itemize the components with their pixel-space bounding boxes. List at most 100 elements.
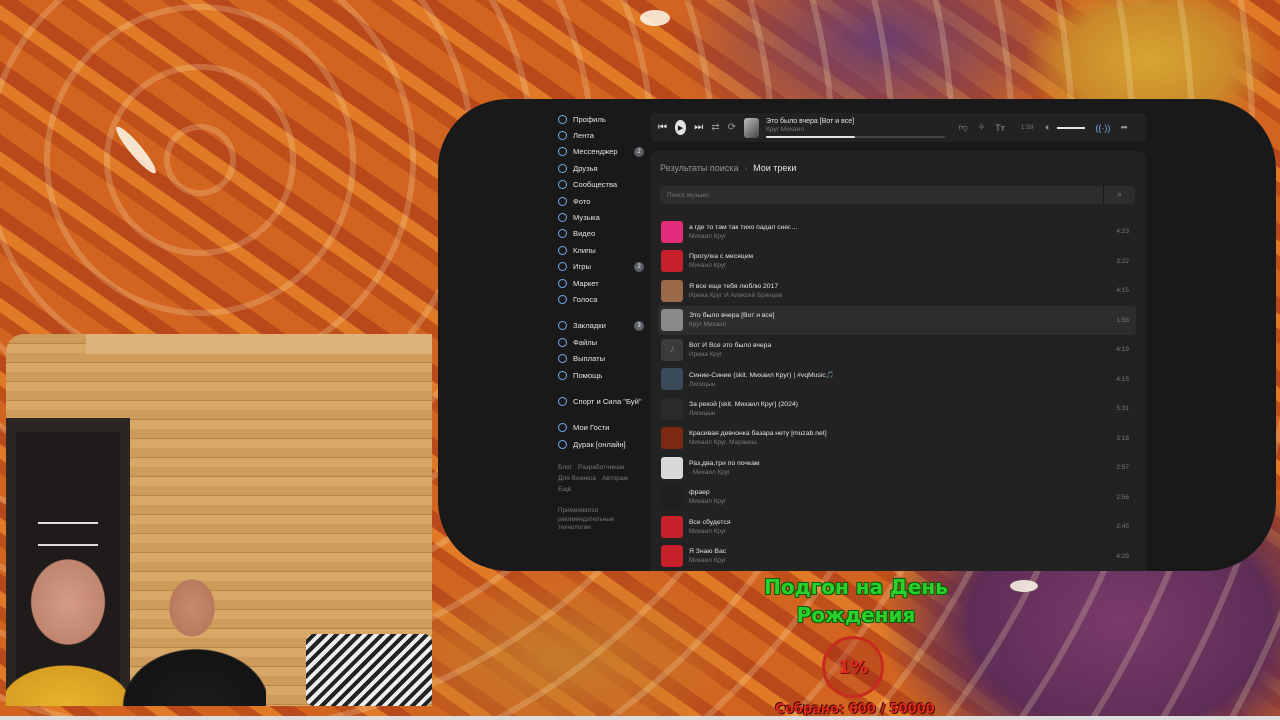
volume-slider[interactable]: [1056, 126, 1086, 129]
track-title[interactable]: Прогулка с месяцем: [689, 253, 1116, 260]
track-title[interactable]: фраер: [689, 489, 1116, 496]
sidebar-item-votes[interactable]: Голоса: [558, 291, 646, 307]
prev-track-button[interactable]: ⏮: [658, 122, 667, 133]
next-track-button[interactable]: ⏭: [694, 122, 703, 133]
track-artist[interactable]: Михаил Круг: [689, 262, 1116, 269]
sidebar-item-label: Мессенджер: [573, 147, 618, 157]
sidebar-item-friends[interactable]: Друзья: [558, 160, 646, 176]
track-cover[interactable]: [661, 515, 683, 538]
track-artist[interactable]: Ирина Круг: [689, 351, 1116, 358]
footer-link[interactable]: Авторам: [602, 475, 628, 482]
search-icon[interactable]: ⌕: [1103, 186, 1135, 204]
video-icon: [558, 229, 567, 239]
track-cover[interactable]: [661, 545, 683, 568]
track-row[interactable]: Все сбудется Михаил Круг 2:45: [658, 512, 1136, 542]
track-artist[interactable]: Круг Михаил: [689, 321, 1116, 328]
footer-link[interactable]: Блог: [558, 464, 572, 471]
footer-link[interactable]: Разработчикам: [578, 464, 624, 471]
volume-icon[interactable]: 🔈︎: [1046, 122, 1051, 133]
track-row[interactable]: Я все еще тебя люблю 2017 Ирина Круг И Ал…: [658, 276, 1136, 306]
track-title[interactable]: За рекой [skit. Михаил Круг] (2024): [689, 401, 1116, 408]
recommend-icon[interactable]: ✧: [978, 122, 986, 133]
track-row[interactable]: а где то там так тихо падал снег.... Миха…: [658, 217, 1136, 247]
track-cover[interactable]: [661, 456, 683, 479]
sidebar-item-clips[interactable]: Клипы: [558, 242, 646, 258]
track-artist[interactable]: Михаил Круг: [689, 233, 1116, 240]
track-artist[interactable]: Михаил Круг: [689, 557, 1116, 564]
progress-bar[interactable]: [766, 135, 945, 138]
track-title[interactable]: а где то там так тихо падал снег....: [689, 224, 1116, 231]
sport-group-icon: [558, 396, 567, 406]
track-artist[interactable]: Михаил Круг, Маракеш: [689, 439, 1116, 446]
music-search-input[interactable]: [660, 191, 1103, 199]
track-cover[interactable]: [661, 427, 683, 450]
sidebar-item-sport-group[interactable]: Спорт и Сила "Буй": [558, 393, 646, 409]
track-cover[interactable]: [661, 250, 683, 273]
sidebar-item-video[interactable]: Видео: [558, 226, 646, 242]
track-title[interactable]: Раз,два,три по почкам: [689, 460, 1116, 467]
now-playing-title[interactable]: Это было вчера [Вот и все]: [766, 118, 945, 125]
track-cover[interactable]: [661, 279, 683, 302]
track-title[interactable]: Я Знаю Вас: [689, 548, 1116, 555]
track-row[interactable]: фраер Михаил Круг 2:56: [658, 483, 1136, 513]
track-title[interactable]: Вот И Все это было вчера: [689, 342, 1116, 349]
track-cover[interactable]: [661, 309, 683, 332]
track-artist[interactable]: Михаил Круг: [689, 528, 1116, 535]
track-row[interactable]: Красивая девчонка базара нету [muzab.net…: [658, 424, 1136, 454]
sidebar-item-photo[interactable]: Фото: [558, 193, 646, 209]
sidebar-item-music[interactable]: Музыка: [558, 209, 646, 225]
track-row[interactable]: Раз,два,три по почкам - Михаил Круг 2:57: [658, 453, 1136, 483]
track-title[interactable]: Я все еще тебя люблю 2017: [689, 283, 1116, 290]
track-row[interactable]: За рекой [skit. Михаил Круг] (2024) Лисиц…: [658, 394, 1136, 424]
share-icon[interactable]: ➦: [1120, 122, 1128, 133]
sidebar-item-cards-game[interactable]: Дурак [онлайн]: [558, 436, 646, 452]
sidebar-item-guests-app[interactable]: Мои Гости: [558, 420, 646, 436]
footer-link[interactable]: Для бизнеса: [558, 475, 596, 482]
recommendation-note[interactable]: Применяются рекомендательные технологии: [558, 507, 630, 533]
sidebar-item-news[interactable]: Лента: [558, 127, 646, 143]
track-artist[interactable]: Лисицын: [689, 381, 1116, 388]
track-title[interactable]: Красивая девчонка базара нету [muzab.net…: [689, 430, 1116, 437]
track-duration: 3:22: [1116, 257, 1129, 265]
news-icon: [558, 131, 567, 141]
message-icon: [558, 147, 567, 157]
track-artist[interactable]: Ирина Круг И Алексей Брянцев: [689, 292, 1116, 299]
sidebar-item-games[interactable]: Игры 2: [558, 259, 646, 275]
track-row[interactable]: Прогулка с месяцем Михаил Круг 3:22: [658, 247, 1136, 277]
sidebar-item-user[interactable]: Профиль: [558, 111, 646, 127]
broadcast-icon[interactable]: ((·)): [1095, 123, 1110, 133]
track-artist[interactable]: Михаил Круг: [689, 498, 1116, 505]
track-cover[interactable]: [661, 397, 683, 420]
sidebar-item-groups[interactable]: Сообщества: [558, 177, 646, 193]
track-artist[interactable]: - Михаил Круг: [689, 469, 1116, 476]
now-playing-artist[interactable]: Круг Михаил: [766, 126, 945, 133]
play-button[interactable]: ▶: [675, 120, 687, 135]
track-cover[interactable]: [661, 368, 683, 391]
shuffle-button[interactable]: ⇄: [711, 122, 719, 133]
sidebar-item-files[interactable]: Файлы: [558, 334, 646, 350]
breadcrumb-search-results[interactable]: Результаты поиска: [660, 163, 738, 173]
track-cover[interactable]: [661, 486, 683, 509]
sidebar-item-market[interactable]: Маркет: [558, 275, 646, 291]
sidebar-item-bookmark[interactable]: Закладки 3: [558, 318, 646, 334]
sidebar-item-help[interactable]: Помощь: [558, 367, 646, 383]
track-row[interactable]: Синие-Синие (skit. Михаил Круг) | #vqMus…: [658, 365, 1136, 395]
track-title[interactable]: Все сбудется: [689, 519, 1116, 526]
track-title[interactable]: Это было вчера [Вот и все]: [689, 312, 1116, 319]
track-artist[interactable]: Лисицын: [689, 410, 1116, 417]
track-row[interactable]: Это было вчера [Вот и все] Круг Михаил 1:5…: [658, 305, 1136, 335]
dislike-icon[interactable]: 👎︎: [959, 122, 968, 133]
lyrics-icon[interactable]: Tт: [995, 123, 1005, 133]
music-search-bar: ⌕: [660, 186, 1135, 204]
sidebar-item-payments[interactable]: Выплаты: [558, 350, 646, 366]
track-row[interactable]: Я Знаю Вас Михаил Круг 4:29: [658, 542, 1136, 572]
track-row[interactable]: ♪ Вот И Все это было вчера Ирина Круг 4:19: [658, 335, 1136, 365]
music-note-icon[interactable]: ♪: [661, 338, 683, 361]
groups-icon: [558, 180, 567, 190]
sidebar-item-message[interactable]: Мессенджер 2: [558, 144, 646, 160]
counter-badge: 2: [634, 146, 644, 157]
repeat-button[interactable]: ⟳: [728, 122, 736, 133]
track-cover[interactable]: [661, 220, 683, 243]
footer-link[interactable]: Ещё: [558, 486, 571, 493]
track-title[interactable]: Синие-Синие (skit. Михаил Круг) | #vqMus…: [689, 371, 1116, 379]
